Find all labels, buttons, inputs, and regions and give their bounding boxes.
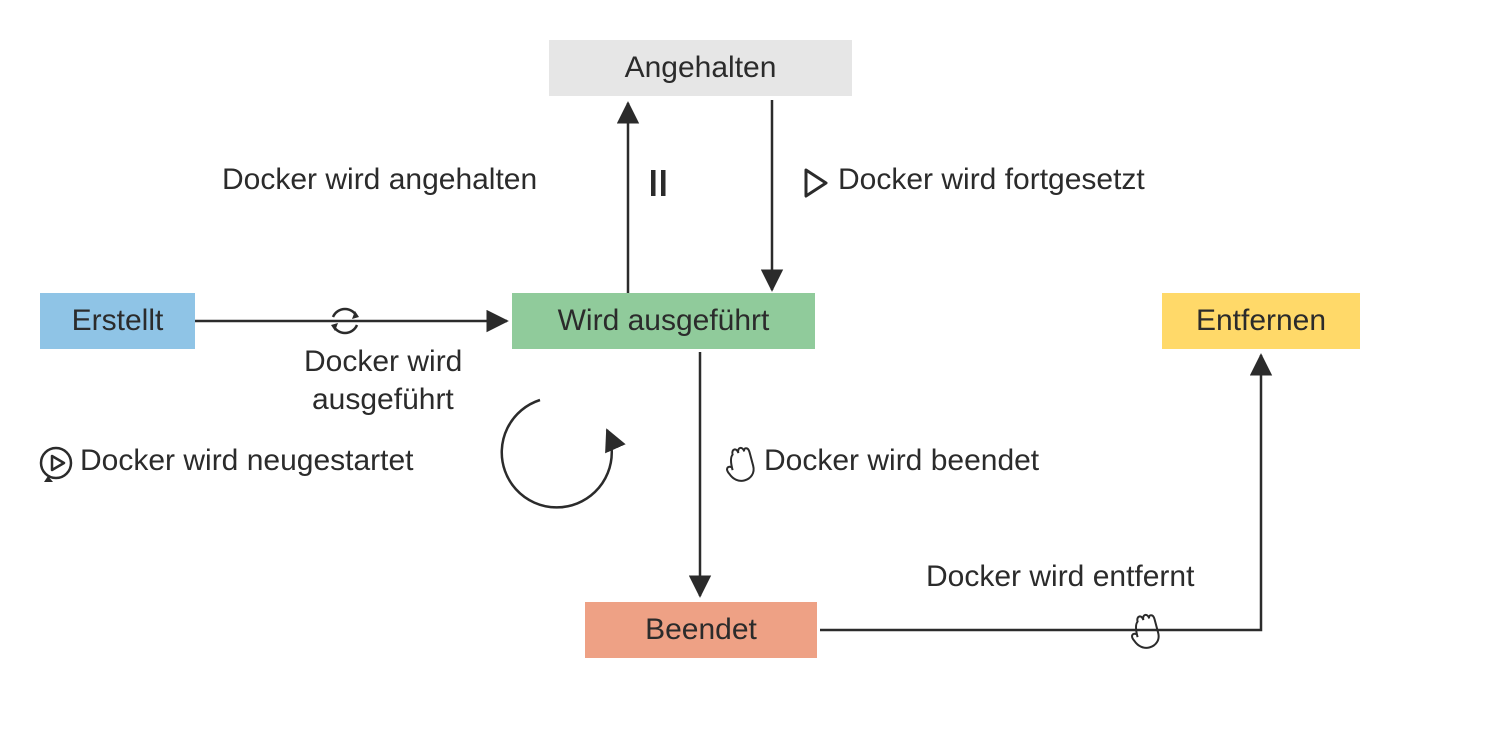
state-stopped: Beendet (585, 602, 817, 658)
label-unpause: Docker wird fortgesetzt (838, 163, 1145, 197)
state-created: Erstellt (40, 293, 195, 349)
label-stop: Docker wird beendet (764, 444, 1039, 478)
diagram-stage: Erstellt Angehalten Wird ausgeführt Been… (0, 0, 1500, 736)
label-run-line1: Docker wird (304, 345, 462, 379)
label-run-line2: ausgeführt (312, 383, 454, 417)
label-remove: Docker wird entfernt (926, 560, 1194, 594)
label-pause: Docker wird angehalten (222, 163, 537, 197)
state-paused: Angehalten (549, 40, 852, 96)
state-running: Wird ausgeführt (512, 293, 815, 349)
state-remove: Entfernen (1162, 293, 1360, 349)
label-restart: Docker wird neugestartet (80, 444, 414, 478)
